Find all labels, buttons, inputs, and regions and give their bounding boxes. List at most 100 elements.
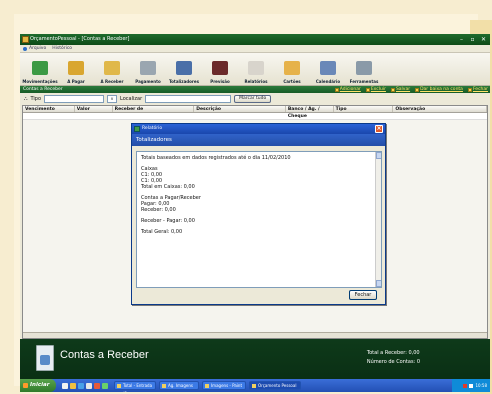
media-icon[interactable] <box>94 382 100 389</box>
folder-icon[interactable] <box>70 382 76 389</box>
column-header[interactable]: Descrição <box>194 106 286 112</box>
toolbar-button-pagamento[interactable]: Pagamento <box>130 53 166 86</box>
toolbar-button-label: Totalizadores <box>168 79 199 84</box>
panel-header: Contas a Receber Adicionar Excluir Salvar D… <box>20 86 490 93</box>
toolbar-icon <box>68 61 84 75</box>
toolbar-button-label: A Pagar <box>67 79 85 84</box>
toolbar-button-previs-o[interactable]: Previsão <box>202 53 238 86</box>
menu-item-arquivo[interactable]: Arquivo <box>23 46 46 51</box>
panel-action-4[interactable]: Fechar <box>467 86 488 93</box>
table-row[interactable] <box>23 113 487 120</box>
tray-volume-icon[interactable] <box>469 383 474 388</box>
toolbar-button-label: Cartões <box>283 79 301 84</box>
window-titlebar: OrçamentoPessoal - [Contas a Receber] – … <box>20 34 490 45</box>
toolbar-icon <box>356 61 372 75</box>
panel-action-label: Salvar <box>395 87 411 92</box>
action-icon <box>467 87 472 92</box>
panel-title: Contas a Receber <box>23 87 63 92</box>
toolbar-button-totalizadores[interactable]: Totalizadores <box>166 53 202 86</box>
toolbar-icon <box>140 61 156 75</box>
maximize-icon[interactable]: ▫ <box>468 35 477 44</box>
desktop-icon[interactable] <box>86 382 92 389</box>
browser-icon[interactable] <box>62 382 68 389</box>
footer-totals: Total a Receber: 0,00 Número de Contas: … <box>367 349 420 367</box>
tipo-select[interactable] <box>44 95 105 103</box>
column-header[interactable]: Valor <box>75 106 113 112</box>
column-header[interactable]: Tipo <box>334 106 394 112</box>
panel-action-3[interactable]: Dar baixa na conta <box>415 86 463 93</box>
close-button[interactable]: Fechar <box>349 290 377 300</box>
menu-item-historico[interactable]: Histórico <box>52 46 72 51</box>
menu-item-label: Histórico <box>52 46 73 51</box>
document-icon <box>36 345 54 371</box>
taskbar: Iniciar Total - Entrada (3 ... Ag. Image… <box>20 379 490 392</box>
window-title: OrçamentoPessoal - [Contas a Receber] <box>30 36 130 42</box>
panel-action-label: Fechar <box>472 87 488 92</box>
mark-all-button[interactable]: Marcar tudo <box>234 95 272 103</box>
toolbar-icon <box>320 61 336 75</box>
start-button[interactable]: Iniciar <box>20 379 56 392</box>
toolbar-button-label: Previsão <box>210 79 230 84</box>
localizar-label: Localizar <box>120 96 143 102</box>
panel-action-0[interactable]: Adicionar <box>334 86 361 93</box>
main-toolbar: Movimentações A Pagar A Receber Pagamento To… <box>20 53 490 86</box>
quick-launch <box>56 382 114 389</box>
app-launch-icon[interactable] <box>102 382 108 389</box>
toolbar-button-relat-rios[interactable]: Relatórios <box>238 53 274 86</box>
task-button-total[interactable]: Total - Entrada (3 ... <box>114 381 156 392</box>
toolbar-button-calend-rio[interactable]: Calendário <box>310 53 346 86</box>
search-input[interactable] <box>145 95 232 103</box>
toolbar-button-label: A Receber <box>100 79 124 84</box>
window-controls: – ▫ ✕ <box>457 35 488 44</box>
close-icon[interactable]: ✕ <box>479 35 488 44</box>
toolbar-icon <box>248 61 264 75</box>
tipo-label: Tipo <box>30 96 42 102</box>
mail-icon[interactable] <box>78 382 84 389</box>
footer-banner: Contas a Receber Total a Receber: 0,00 N… <box>20 339 490 379</box>
toolbar-button-a-receber[interactable]: A Receber <box>94 53 130 86</box>
action-icon <box>334 87 339 92</box>
dialog-titlebar: Relatório × <box>132 124 385 134</box>
panel-action-label: Adicionar <box>339 87 361 92</box>
task-button-imagens[interactable]: Ag. Imagens <box>159 381 199 390</box>
vertical-scrollbar[interactable] <box>375 152 381 287</box>
system-tray: 10:58 <box>452 379 490 392</box>
column-header[interactable]: Banco / Ag. / Cheque <box>286 106 334 119</box>
toolbar-button-a-pagar[interactable]: A Pagar <box>58 53 94 86</box>
dialog-report-text: Totais baseados em dados registrados até… <box>136 151 382 288</box>
column-header[interactable]: Vencimento <box>23 106 75 112</box>
chevron-down-icon[interactable]: v <box>107 95 118 103</box>
total-receber: Total a Receber: 0,00 <box>366 350 420 356</box>
tray-alert-icon[interactable] <box>463 383 468 388</box>
report-icon <box>134 126 140 132</box>
totals-dialog: Relatório × Totalizadores Totais baseado… <box>131 123 386 305</box>
panel-action-2[interactable]: Salvar <box>390 86 411 93</box>
toolbar-button-movimenta-es[interactable]: Movimentações <box>22 53 58 86</box>
tray-clock: 10:58 <box>475 383 487 388</box>
task-button-paint[interactable]: Imagens - Paint <box>202 381 246 390</box>
toolbar-icon <box>284 61 300 75</box>
action-icon <box>365 87 370 92</box>
horizontal-scrollbar[interactable] <box>23 332 487 338</box>
toolbar-icon <box>212 61 228 75</box>
menu-icon <box>23 46 27 51</box>
toolbar-button-ferramentas[interactable]: Ferramentas <box>346 53 382 86</box>
menu-item-label: Arquivo <box>29 46 47 51</box>
toolbar-button-cart-es[interactable]: Cartões <box>274 53 310 86</box>
toolbar-icon <box>32 61 48 75</box>
panel-action-1[interactable]: Excluir <box>365 86 386 93</box>
column-header[interactable]: Observação <box>393 106 487 112</box>
action-icon <box>415 87 420 92</box>
toolbar-button-label: Pagamento <box>135 79 161 84</box>
footer-title: Contas a Receber <box>60 349 149 361</box>
task-button-orcamento[interactable]: Orçamento Pessoal ... <box>249 381 301 392</box>
panel-actions: Adicionar Excluir Salvar Dar baixa na conta… <box>334 86 488 93</box>
report-line: Total Geral: 0,00 <box>141 229 183 235</box>
close-icon[interactable]: × <box>375 125 383 133</box>
column-header[interactable]: Receber de <box>113 106 195 112</box>
toolbar-icon <box>176 61 192 75</box>
menubar: Arquivo Histórico <box>20 45 490 53</box>
action-icon <box>390 87 395 92</box>
panel-action-label: Dar baixa na conta <box>420 87 463 92</box>
minimize-icon[interactable]: – <box>457 35 466 44</box>
